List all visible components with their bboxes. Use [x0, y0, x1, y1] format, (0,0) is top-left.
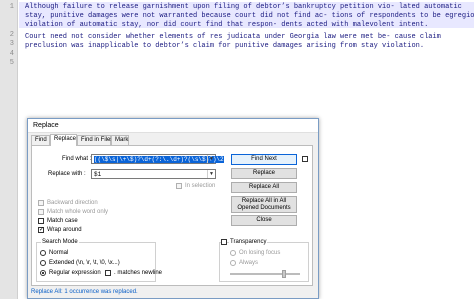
on-losing-focus-label: On losing focus	[239, 250, 281, 256]
match-case-label: Match case	[47, 218, 78, 224]
in-selection-checkbox[interactable]	[176, 183, 182, 189]
extended-radio[interactable]	[40, 260, 46, 266]
wrap-around-label: Wrap around	[47, 227, 82, 233]
find-next-button[interactable]: Find Next	[231, 154, 297, 165]
transparency-group: Transparency On losing focus Always	[219, 239, 309, 282]
in-selection-label: In selection	[185, 183, 216, 189]
text-line[interactable]: Court need not consider whether elements…	[25, 33, 441, 42]
replace-tab-panel: Find what : ((\$\s|\+\$)?\d+(?:\.\d+)?(\…	[31, 145, 313, 286]
tab-find[interactable]: Find	[31, 135, 50, 145]
dialog-titlebar[interactable]: Replace	[28, 119, 318, 133]
find-what-value: ((\$\s|\+\$)?\d+(?:\.\d+)?(\s\$)?)\2	[94, 156, 224, 163]
transparency-slider[interactable]	[230, 273, 300, 275]
transparency-checkbox[interactable]	[221, 239, 227, 245]
find-what-label: Find what :	[62, 156, 92, 162]
replace-with-input[interactable]: $1 ▼	[91, 169, 216, 179]
search-mode-title: Search Mode	[41, 239, 79, 245]
dialog-title: Replace	[33, 122, 59, 129]
close-button[interactable]: Close	[231, 215, 297, 226]
always-label: Always	[239, 260, 259, 266]
regex-label: Regular expression	[49, 270, 101, 276]
normal-radio[interactable]	[40, 250, 46, 256]
search-mode-group: Search Mode Normal Extended (\n, \r, \t,…	[36, 239, 162, 282]
find-what-input[interactable]: ((\$\s|\+\$)?\d+(?:\.\d+)?(\s\$)?)\2 ▼	[91, 154, 224, 164]
find-next-option-checkbox[interactable]	[302, 156, 308, 162]
regex-radio[interactable]	[40, 270, 46, 276]
status-message: Replace All: 1 occurrence was replaced.	[31, 289, 138, 295]
replace-all-opened-button[interactable]: Replace All in All Opened Documents	[231, 196, 297, 213]
backward-direction-label: Backward direction	[47, 200, 98, 206]
transparency-slider-thumb[interactable]	[282, 270, 286, 278]
on-losing-focus-radio[interactable]	[230, 250, 236, 256]
replace-button[interactable]: Replace	[231, 168, 297, 179]
normal-label: Normal	[49, 250, 69, 256]
wrap-around-checkbox[interactable]: ✓	[38, 227, 44, 233]
matches-newline-checkbox[interactable]	[105, 270, 111, 276]
text-line[interactable]: violation of automatic stay, nor did cou…	[25, 21, 428, 30]
tab-replace[interactable]: Replace	[50, 134, 77, 146]
whole-word-checkbox[interactable]	[38, 209, 44, 215]
tab-mark[interactable]: Mark	[111, 135, 129, 145]
chevron-down-icon[interactable]: ▼	[207, 170, 215, 178]
text-line[interactable]: preclusion was inapplicable to debtor’s …	[25, 42, 424, 51]
line-number-gutter: 1 2 3 4 5	[0, 0, 18, 299]
whole-word-label: Match whole word only	[47, 209, 109, 215]
transparency-title: Transparency	[229, 239, 268, 245]
always-radio[interactable]	[230, 260, 236, 266]
line-number: 2	[9, 31, 14, 39]
text-line[interactable]: stay, punitive damages were not warrante…	[25, 12, 474, 21]
line-number: 1	[9, 3, 14, 11]
replace-dialog: Replace Find Replace Find in Files Mark …	[27, 118, 319, 299]
text-line[interactable]: Although failure to release garnishment …	[25, 3, 462, 12]
matches-newline-label: . matches newline	[114, 270, 163, 276]
tab-find-in-files[interactable]: Find in Files	[77, 135, 113, 145]
replace-with-value: $1	[94, 171, 102, 178]
line-number: 3	[9, 40, 14, 48]
match-case-checkbox[interactable]	[38, 218, 44, 224]
backward-direction-checkbox[interactable]	[38, 200, 44, 206]
line-number: 4	[9, 50, 14, 58]
replace-all-button[interactable]: Replace All	[231, 182, 297, 193]
replace-with-label: Replace with :	[48, 171, 86, 177]
extended-label: Extended (\n, \r, \t, \0, \x...)	[49, 260, 120, 266]
chevron-down-icon[interactable]: ▼	[207, 155, 215, 163]
line-number: 5	[9, 59, 14, 67]
